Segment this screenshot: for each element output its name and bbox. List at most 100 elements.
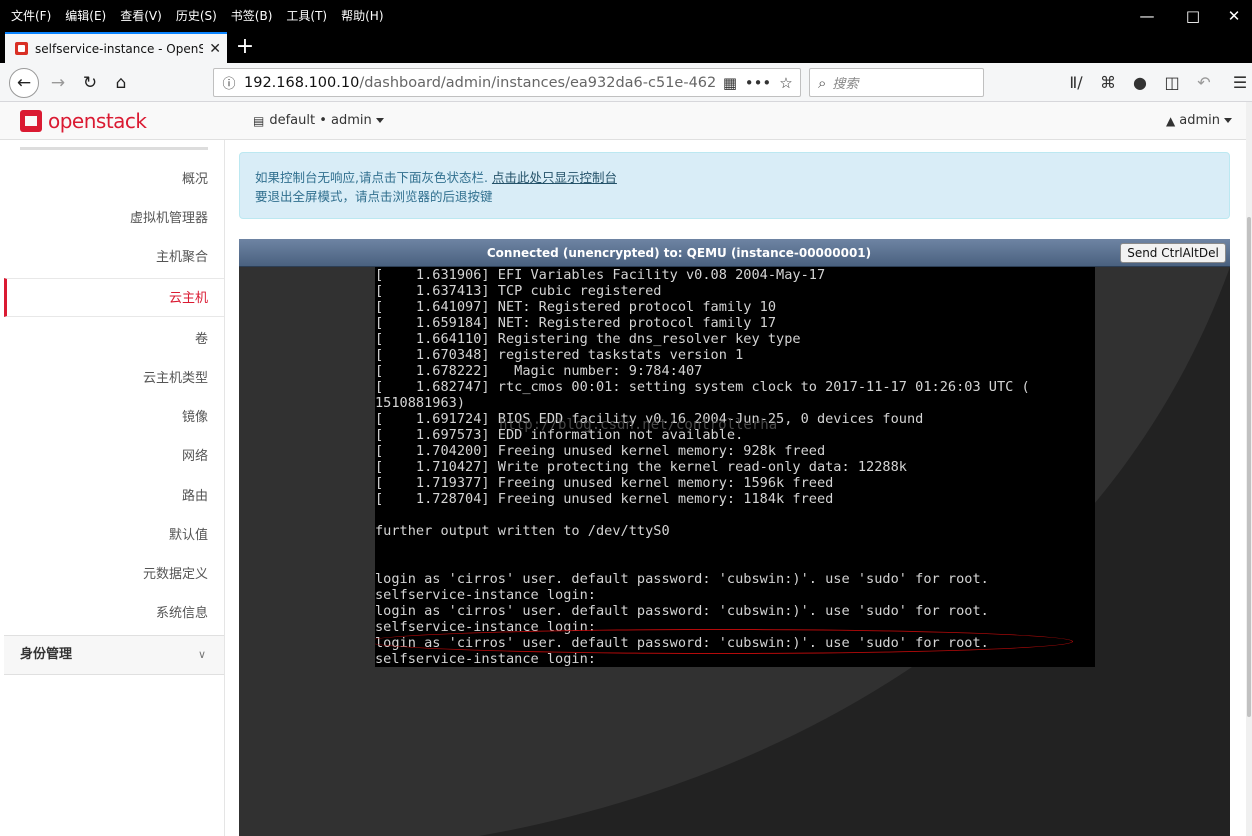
menu-tools[interactable]: 工具(T) [279,0,334,32]
chevron-down-icon: ∨ [197,648,206,661]
sidebar-item-flavors[interactable]: 云主机类型 [4,359,224,398]
chat-icon[interactable]: ● [1129,73,1151,92]
terminal-line: [ 1.637413] TCP cubic registered [375,283,662,299]
sidebar-item-metadata[interactable]: 元数据定义 [4,555,224,594]
terminal-line: selfservice-instance login: [375,587,596,603]
browser-tab[interactable]: selfservice-instance - OpenSt ✕ [5,32,227,63]
sidebar-item-host-aggregates[interactable]: 主机聚合 [4,238,224,277]
home-icon[interactable]: ⌂ [107,69,135,97]
terminal-line: [ 1.670348] registered taskstats version… [375,347,744,363]
sidebar-item-system-info[interactable]: 系统信息 [4,594,224,633]
terminal-line: 1510881963) [375,395,466,411]
tab-bar: selfservice-instance - OpenSt ✕ + [0,32,1252,63]
show-console-only-link[interactable]: 点击此处只显示控制台 [492,170,617,185]
console-info-alert: 如果控制台无响应,请点击下面灰色状态栏. 点击此处只显示控制台 要退出全屏模式，… [239,152,1230,219]
sidebar-icon[interactable]: ◫ [1161,73,1183,92]
user-label: admin [1179,113,1220,128]
search-box[interactable]: ⌕ 搜索 [809,68,984,97]
chevron-down-icon [1223,118,1232,123]
search-icon: ⌕ [818,73,827,92]
forward-arrow-icon[interactable]: → [44,69,72,97]
close-tab-icon[interactable]: ✕ [209,41,221,57]
alert-line2: 要退出全屏模式，请点击浏览器的后退按键 [255,189,493,204]
page-scrollbar[interactable] [1246,102,1252,836]
tab-title: selfservice-instance - OpenSt [35,41,204,56]
scrollbar-thumb[interactable] [1247,217,1251,717]
undo-icon[interactable]: ↶ [1193,73,1215,92]
terminal-line: further output written to /dev/ttyS0 [375,523,670,539]
menu-view[interactable]: 查看(V) [113,0,169,32]
user-icon: ▲ [1166,113,1176,128]
user-menu[interactable]: ▲ admin [1166,113,1232,128]
menu-bookmarks[interactable]: 书签(B) [224,0,280,32]
terminal-line: [ 1.710427] Write protecting the kernel … [375,459,907,475]
terminal-line: [ 1.631906] EFI Variables Facility v0.08… [375,267,826,283]
openstack-logo[interactable]: openstack [20,109,147,133]
new-tab-icon[interactable]: + [234,34,256,59]
back-arrow-icon[interactable]: ← [9,68,39,98]
sidebar-item-defaults[interactable]: 默认值 [4,516,224,555]
page-actions-icon[interactable]: ••• [744,74,772,92]
maximize-icon[interactable]: □ [1170,0,1216,32]
watermark-text: http://blog.csdn.net/controllerha [499,417,778,433]
search-placeholder: 搜索 [832,77,859,92]
site-info-icon[interactable]: ⓘ [214,73,244,92]
menu-bar: 文件(F) 编辑(E) 查看(V) 历史(S) 书签(B) 工具(T) 帮助(H… [0,0,1252,32]
chevron-down-icon [375,118,384,123]
send-ctrl-alt-del-button[interactable]: Send CtrlAltDel [1120,243,1226,263]
hamburger-menu-icon[interactable]: ☰ [1229,73,1251,92]
menu-help[interactable]: 帮助(H) [334,0,390,32]
console-status-text: Connected (unencrypted) to: QEMU (instan… [486,246,872,260]
reload-icon[interactable]: ↻ [76,69,104,97]
highlight-oval [375,629,1073,654]
terminal-line: [ 1.664110] Registering the dns_resolver… [375,331,801,347]
minimize-icon[interactable]: — [1124,0,1170,32]
alert-line1: 如果控制台无响应,请点击下面灰色状态栏. [255,170,488,185]
url-bar[interactable]: ⓘ 192.168.100.10/dashboard/admin/instanc… [213,68,801,97]
logo-text: openstack [48,109,147,133]
openstack-favicon-icon [15,42,28,55]
terminal-line: [ 1.719377] Freeing unused kernel memory… [375,475,834,491]
terminal-line: [ 1.659184] NET: Registered protocol fam… [375,315,777,331]
openstack-logo-icon [20,110,42,132]
sidebar-item-routers[interactable]: 路由 [4,477,224,516]
sidebar-identity-panel[interactable]: 身份管理 ∨ [4,635,224,675]
qr-code-icon[interactable]: ▦ [716,74,744,92]
terminal-line: [ 1.704200] Freeing unused kernel memory… [375,443,826,459]
navigation-bar: ← → ↻ ⌂ ⓘ 192.168.100.10/dashboard/admin… [0,63,1252,102]
sidebar: 概况 虚拟机管理器 主机聚合 云主机 卷 云主机类型 镜像 网络 路由 默认值 … [0,140,225,836]
close-window-icon[interactable]: ✕ [1216,0,1252,32]
sidebar-item-instances[interactable]: 云主机 [4,278,224,317]
sidebar-item-hypervisors[interactable]: 虚拟机管理器 [4,199,224,238]
terminal-line: [ 1.678222] Magic number: 9:784:407 [375,363,703,379]
dashboard-header: openstack ▤ default • admin ▲ admin [0,102,1246,140]
screenshot-icon[interactable]: ⌘ [1097,73,1119,92]
menu-edit[interactable]: 编辑(E) [58,0,113,32]
menu-file[interactable]: 文件(F) [0,0,58,32]
menu-history[interactable]: 历史(S) [169,0,224,32]
project-label: default • admin [269,113,372,128]
project-list-icon: ▤ [253,113,265,128]
terminal-line: login as 'cirros' user. default password… [375,603,989,619]
sidebar-item-overview[interactable]: 概况 [4,160,224,199]
project-selector[interactable]: ▤ default • admin [253,113,384,128]
url-text[interactable]: 192.168.100.10/dashboard/admin/instances… [244,75,716,91]
sidebar-item-images[interactable]: 镜像 [4,398,224,437]
vnc-console[interactable]: Connected (unencrypted) to: QEMU (instan… [239,239,1230,836]
console-status-bar[interactable]: Connected (unencrypted) to: QEMU (instan… [239,239,1230,267]
terminal-line: [ 1.682747] rtc_cmos 00:01: setting syst… [375,379,1030,395]
bookmark-star-icon[interactable]: ☆ [772,74,800,92]
terminal-line: [ 1.641097] NET: Registered protocol fam… [375,299,777,315]
terminal-line: [ 1.728704] Freeing unused kernel memory… [375,491,834,507]
sidebar-item-networks[interactable]: 网络 [4,437,224,476]
identity-label: 身份管理 [20,647,73,662]
library-icon[interactable]: Ⅱ∕ [1065,73,1087,92]
terminal-line: login as 'cirros' user. default password… [375,571,989,587]
sidebar-divider [20,147,208,150]
terminal-output: [ 1.631906] EFI Variables Facility v0.08… [375,267,1030,667]
terminal-screen[interactable]: [ 1.631906] EFI Variables Facility v0.08… [375,267,1095,667]
sidebar-item-volumes[interactable]: 卷 [4,320,224,359]
